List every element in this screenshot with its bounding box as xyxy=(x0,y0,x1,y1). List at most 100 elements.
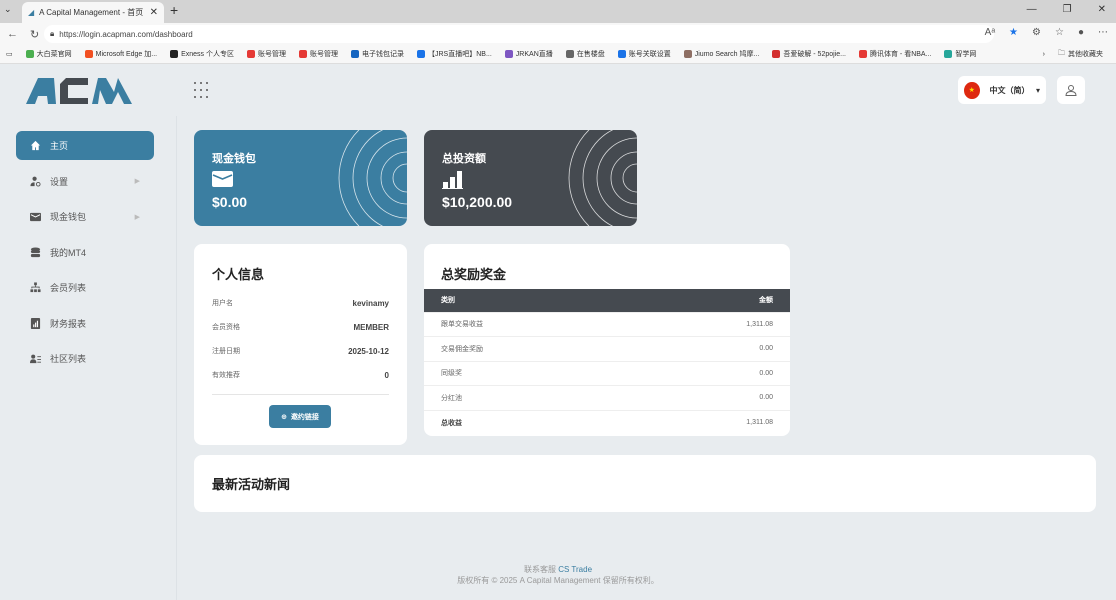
sidebar-item-home[interactable]: 主页 xyxy=(16,131,154,160)
bonus-card: 总奖励奖金 类别 金额 跟单交易收益 1,311.08 交易佣金奖励 0.00 同级奖 0.… xyxy=(424,244,790,436)
bookmark-favicon-icon xyxy=(772,50,781,58)
cell-category: 同级奖 xyxy=(424,360,628,386)
sidebar-item-cash-wallet[interactable]: 现金钱包 ▶ xyxy=(16,202,154,231)
bookmark-favicon-icon xyxy=(299,50,307,58)
browser-tab-bar: ⌄ ◢ A Capital Management - 首页 ✕ + — ❐ ✕ xyxy=(0,0,1116,23)
user-list-icon xyxy=(30,354,41,364)
bookmark-favicon-icon xyxy=(565,50,574,58)
close-tab-icon[interactable]: ✕ xyxy=(150,7,158,18)
cell-category: 跟单交易收益 xyxy=(424,311,628,337)
cell-amount: 0.00 xyxy=(627,360,790,386)
bookmark-item[interactable]: 吾爱破解 - 52pojie... xyxy=(772,49,846,59)
minimize-icon[interactable]: — xyxy=(1027,4,1037,15)
reading-view-icon[interactable]: ▭ xyxy=(6,50,13,58)
row-label: 注册日期 xyxy=(212,348,240,355)
bookmark-label: 账号管理 xyxy=(310,51,338,58)
table-row: 总收益 1,311.08 xyxy=(424,409,790,435)
row-label: 会员资格 xyxy=(212,324,240,331)
back-icon[interactable]: ← xyxy=(7,28,23,40)
sidebar-item-financial-report[interactable]: 财务报表 xyxy=(16,309,154,338)
bookmark-item[interactable]: 账号关联设置 xyxy=(617,49,671,59)
sidebar-item-my-mt4[interactable]: 我的MT4 xyxy=(16,238,154,267)
bookmark-label: 智学网 xyxy=(955,51,977,58)
new-tab-button[interactable]: + xyxy=(170,2,178,18)
bookmark-label: 【JRS直播吧】NB... xyxy=(428,51,492,58)
bookmark-item[interactable]: Jiumo Search 鸠摩... xyxy=(683,49,759,59)
wallet-icon xyxy=(30,212,41,222)
bookmark-label: Microsoft Edge 加... xyxy=(95,51,158,58)
dashboard-page: ★ 中文（简） ▾ 主页 设置 ▶ 现金钱包 ▶ 我的MT4 会员列表 财务报表 社… xyxy=(0,64,1116,600)
bookmark-item[interactable]: 账号管理 xyxy=(247,49,286,59)
bookmark-item[interactable]: 【JRS直播吧】NB... xyxy=(417,49,492,59)
total-investment-card: 总投资额 $10,200.00 xyxy=(424,130,637,226)
other-bookmarks[interactable]: 🗀︎ 其他收藏夹 xyxy=(1058,49,1103,60)
row-value: 2025-10-12 xyxy=(348,346,389,356)
favorites-icon[interactable]: ☆ xyxy=(1055,27,1064,38)
news-title: 最新活动新闻 xyxy=(212,477,291,492)
table-row: 同级奖 0.00 xyxy=(424,360,790,386)
tab-title: A Capital Management - 首页 xyxy=(39,8,144,17)
bonus-table: 类别 金额 跟单交易收益 1,311.08 交易佣金奖励 0.00 同级奖 0.00 分红池 0… xyxy=(424,289,790,435)
bookmark-favicon-icon xyxy=(683,50,692,58)
sidebar-item-label: 财务报表 xyxy=(50,318,87,329)
bookmark-item[interactable]: 在售楼盘 xyxy=(565,49,605,59)
caret-down-icon: ▾ xyxy=(1035,85,1040,95)
sidebar-item-label: 我的MT4 xyxy=(50,247,87,258)
language-selector[interactable]: ★ 中文（简） ▾ xyxy=(958,76,1046,104)
address-bar-row: ← ↻ 🔒︎ https://login.acapman.com/dashboar… xyxy=(0,23,1116,45)
acm-logo[interactable] xyxy=(26,78,134,107)
restore-icon[interactable]: ❐ xyxy=(1063,4,1072,15)
url-input[interactable]: 🔒︎ https://login.acapman.com/dashboard xyxy=(44,25,994,43)
bookmark-item[interactable]: 腾讯体育 - 看NBA... xyxy=(858,49,932,59)
language-label: 中文（简） xyxy=(989,85,1030,95)
bookmark-favicon-icon xyxy=(247,50,255,58)
favorite-star-icon[interactable]: ★ xyxy=(1009,27,1018,38)
bookmark-item[interactable]: 智学网 xyxy=(944,49,976,59)
sidebar-item-member-list[interactable]: 会员列表 xyxy=(16,273,154,302)
home-icon xyxy=(30,140,41,151)
sidebar-item-label: 社区列表 xyxy=(50,354,87,364)
sitemap-icon xyxy=(30,282,41,293)
bookmark-label: 大白菜官网 xyxy=(36,51,72,58)
user-icon xyxy=(1065,85,1077,96)
bookmark-label: 在售楼盘 xyxy=(576,51,605,58)
contact-label: 联系客服 xyxy=(523,565,556,574)
apps-grid-icon[interactable] xyxy=(194,82,212,100)
bookmark-favicon-icon xyxy=(170,50,179,58)
bookmark-item[interactable]: JRKAN直播 xyxy=(504,49,553,59)
row-value: kevinamy xyxy=(352,298,389,308)
bookmark-label: 腾讯体育 - 看NBA... xyxy=(869,51,932,58)
more-icon[interactable]: ⋯ xyxy=(1098,27,1108,38)
user-menu-button[interactable] xyxy=(1057,76,1085,104)
cell-amount: 1,311.08 xyxy=(627,409,790,435)
wallet-icon xyxy=(212,171,233,187)
bookmark-item[interactable]: Exness 个人专区 xyxy=(170,49,234,59)
close-window-icon[interactable]: ✕ xyxy=(1098,4,1106,15)
sidebar-item-label: 设置 xyxy=(50,176,69,187)
tab-list-icon[interactable]: ⌄ xyxy=(4,4,12,15)
bookmarks-overflow-icon[interactable]: › xyxy=(1043,51,1045,58)
browser-tab[interactable]: ◢ A Capital Management - 首页 ✕ xyxy=(22,2,164,23)
extensions-icon[interactable]: ⚙ xyxy=(1032,27,1041,38)
contact-link[interactable]: CS Trade xyxy=(558,565,592,574)
bookmark-favicon-icon xyxy=(351,50,359,58)
chevron-right-icon: ▶ xyxy=(134,178,140,185)
bookmark-label: Exness 个人专区 xyxy=(181,51,234,58)
sidebar-item-community-list[interactable]: 社区列表 xyxy=(16,344,154,373)
bookmark-item[interactable]: 电子钱包记录 xyxy=(351,49,404,59)
china-flag-icon: ★ xyxy=(964,81,980,99)
card-value: $10,200.00 xyxy=(442,194,513,210)
divider xyxy=(212,394,389,395)
invite-link-button[interactable]: ⊕ 邀约链接 xyxy=(269,405,331,428)
bookmark-item[interactable]: Microsoft Edge 加... xyxy=(84,49,158,59)
sidebar-item-settings[interactable]: 设置 ▶ xyxy=(16,167,154,196)
bookmark-item[interactable]: 账号管理 xyxy=(299,49,338,59)
read-aloud-icon[interactable]: Aᵃ xyxy=(985,27,995,38)
table-row: 交易佣金奖励 0.00 xyxy=(424,336,790,361)
copyright: 版权所有 © 2025 A Capital Management 保留所有权利。 xyxy=(457,576,659,585)
column-header-category: 类别 xyxy=(424,289,628,312)
bookmark-favicon-icon xyxy=(858,50,867,58)
bookmark-label: 吾爱破解 - 52pojie... xyxy=(783,51,846,58)
bookmark-item[interactable]: 大白菜官网 xyxy=(25,49,72,59)
profile-icon[interactable]: ● xyxy=(1078,27,1084,38)
